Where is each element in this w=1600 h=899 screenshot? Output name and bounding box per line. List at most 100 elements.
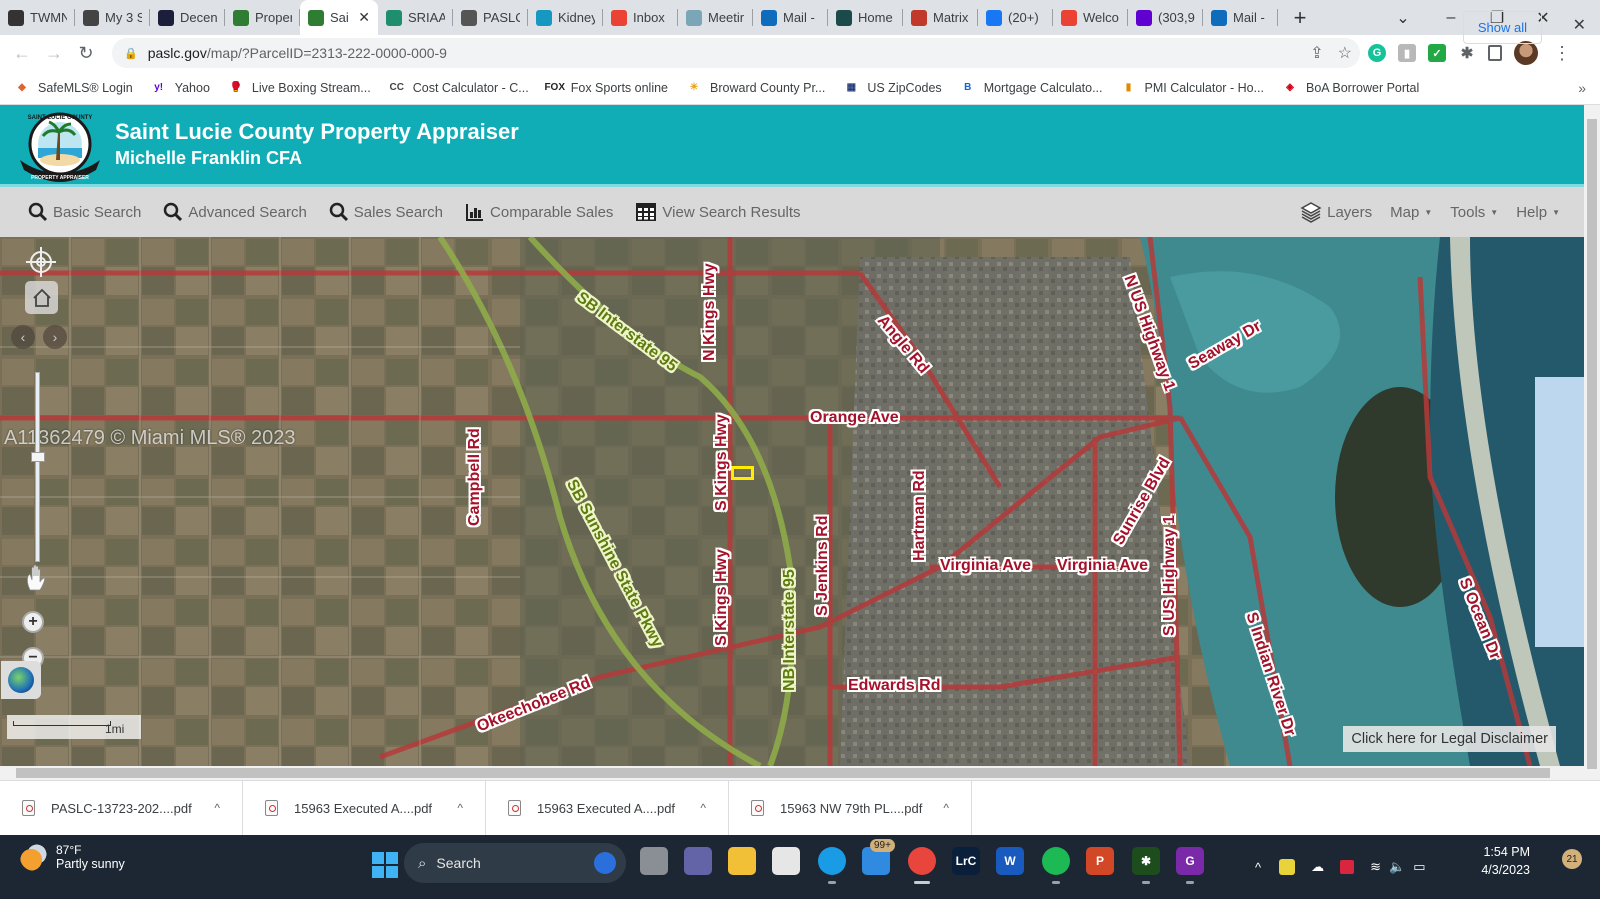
download-item[interactable]: PASLC-13723-202....pdf ^ xyxy=(0,780,243,836)
taskbar-app-chrome[interactable] xyxy=(908,847,936,884)
onedrive-cloud-icon[interactable]: ☁ xyxy=(1311,859,1324,875)
new-tab-button[interactable]: + xyxy=(1284,5,1316,31)
scrollbar-thumb[interactable] xyxy=(16,768,1550,778)
wifi-icon[interactable]: ≋ xyxy=(1370,859,1381,875)
taskbar-app-edge[interactable] xyxy=(818,847,846,884)
download-item[interactable]: 15963 NW 79th PL....pdf ^ xyxy=(729,780,972,836)
browser-tab[interactable]: Inbox xyxy=(603,0,678,35)
browser-tab[interactable]: Proper xyxy=(225,0,300,35)
tray-app-icon[interactable] xyxy=(1279,859,1296,875)
browser-tab[interactable]: Kidney xyxy=(528,0,603,35)
tools-menu-dropdown[interactable]: Tools ▼ xyxy=(1450,204,1498,221)
browser-tab[interactable]: PASLC xyxy=(453,0,528,35)
share-icon[interactable]: ⇪ xyxy=(1310,43,1323,63)
previous-extent-button[interactable]: ‹ xyxy=(11,325,35,349)
chevron-up-icon[interactable]: ^ xyxy=(943,801,949,815)
browser-tab[interactable]: SRIAA xyxy=(378,0,453,35)
bookmarks-overflow-button[interactable]: » xyxy=(1578,80,1586,96)
download-item[interactable]: 15963 Executed A....pdf ^ xyxy=(243,780,486,836)
taskbar-app-task-view[interactable] xyxy=(640,847,668,875)
locate-crosshair-icon[interactable] xyxy=(24,245,58,279)
taskbar-app-word[interactable]: W xyxy=(996,847,1024,875)
chevron-up-icon[interactable]: ^ xyxy=(457,801,463,815)
taskbar-app-microsoft-store[interactable] xyxy=(772,847,800,875)
bookmark-item[interactable]: 🥊 Live Boxing Stream... xyxy=(228,80,371,96)
bookmark-item[interactable]: ◆ SafeMLS® Login xyxy=(14,80,133,96)
browser-tab[interactable]: (20+) xyxy=(978,0,1053,35)
nav-view-search-results[interactable]: View Search Results xyxy=(635,202,801,222)
grammarly-extension-icon[interactable]: G xyxy=(1368,44,1386,62)
help-menu-dropdown[interactable]: Help ▼ xyxy=(1516,204,1560,221)
close-tab-icon[interactable]: ✕ xyxy=(358,9,370,26)
zoom-slider-handle[interactable] xyxy=(31,452,45,462)
page-horizontal-scrollbar[interactable] xyxy=(0,766,1584,780)
profile-avatar[interactable] xyxy=(1514,41,1538,65)
volume-icon[interactable]: 🔈 xyxy=(1389,859,1405,875)
bookmark-item[interactable]: FOX Fox Sports online xyxy=(544,80,668,96)
browser-tab[interactable]: Welco xyxy=(1053,0,1128,35)
tab-search-button[interactable]: ⌄ xyxy=(1380,0,1426,35)
taskbar-app-file-explorer[interactable] xyxy=(728,847,756,875)
extensions-puzzle-icon[interactable]: ✱ xyxy=(1458,44,1476,62)
tray-overflow-chevron-icon[interactable]: ^ xyxy=(1255,860,1261,875)
reload-button[interactable]: ↻ xyxy=(70,43,102,64)
browser-tab[interactable]: Mail - xyxy=(1203,0,1278,35)
side-panel-icon[interactable] xyxy=(1488,45,1502,61)
browser-tab[interactable]: Meetir xyxy=(678,0,753,35)
notification-badge[interactable]: 21 xyxy=(1562,849,1582,869)
start-button[interactable] xyxy=(372,852,398,878)
map-menu-dropdown[interactable]: Map ▼ xyxy=(1390,204,1432,221)
taskbar-app-spotify[interactable] xyxy=(1042,847,1070,884)
selected-parcel-highlight[interactable] xyxy=(731,466,754,480)
browser-tab[interactable]: (303,9 xyxy=(1128,0,1203,35)
download-item[interactable]: 15963 Executed A....pdf ^ xyxy=(486,780,729,836)
bookmark-item[interactable]: ▮ PMI Calculator - Ho... xyxy=(1121,80,1264,96)
taskbar-search[interactable]: ⌕ Search xyxy=(404,843,626,883)
bookmark-star-icon[interactable]: ☆ xyxy=(1338,43,1352,63)
pan-hand-icon[interactable] xyxy=(24,562,50,592)
taskbar-app-green-app[interactable]: ✱ xyxy=(1132,847,1160,884)
browser-tab[interactable]: Sai ✕ xyxy=(300,0,378,35)
nav-advanced-search[interactable]: Advanced Search xyxy=(163,202,307,222)
battery-icon[interactable]: ▭ xyxy=(1413,859,1425,875)
show-all-downloads-button[interactable]: Show all xyxy=(1462,11,1542,44)
page-vertical-scrollbar[interactable] xyxy=(1584,105,1600,780)
taskbar-app-lightroom-classic[interactable]: LrC xyxy=(952,847,980,875)
taskbar-app-teams-meet[interactable] xyxy=(684,847,712,875)
legal-disclaimer-link[interactable]: Click here for Legal Disclaimer xyxy=(1343,726,1556,752)
basemap-toggle-button[interactable] xyxy=(1,661,41,699)
map-viewport[interactable]: A11362479 © Miami MLS® 2023 SB Interstat… xyxy=(0,237,1584,766)
nav-basic-search[interactable]: Basic Search xyxy=(28,202,141,222)
back-button[interactable]: ← xyxy=(6,43,38,64)
system-clock[interactable]: 1:54 PM 4/3/2023 xyxy=(1481,843,1530,879)
county-seal-logo[interactable]: SAINT LUCIE COUNTY PROPERTY APPRAISER xyxy=(16,110,104,182)
scrollbar-thumb[interactable] xyxy=(1587,119,1597,769)
browser-tab[interactable]: Matrix xyxy=(903,0,978,35)
taskbar-app-pdf-app[interactable]: G xyxy=(1176,847,1204,884)
layers-button[interactable]: Layers xyxy=(1300,201,1372,223)
nav-comparable-sales[interactable]: Comparable Sales xyxy=(465,202,613,222)
gray-extension-icon[interactable]: ▮ xyxy=(1398,44,1416,62)
forward-button[interactable]: → xyxy=(38,43,70,64)
browser-tab[interactable]: Decen xyxy=(150,0,225,35)
bookmark-item[interactable]: CC Cost Calculator - C... xyxy=(389,80,528,96)
bookmark-item[interactable]: B Mortgage Calculato... xyxy=(960,80,1102,96)
taskbar-app-powerpoint[interactable]: P xyxy=(1086,847,1114,875)
browser-tab[interactable]: Home xyxy=(828,0,903,35)
bookmark-item[interactable]: ☀ Broward County Pr... xyxy=(686,80,826,96)
zoom-in-button[interactable]: + xyxy=(22,611,44,633)
menu-kebab-icon[interactable]: ⋮ xyxy=(1550,43,1574,64)
browser-tab[interactable]: TWMN xyxy=(0,0,75,35)
weather-widget[interactable]: 87°F Partly sunny xyxy=(20,843,125,871)
home-extent-button[interactable] xyxy=(25,281,58,314)
browser-tab[interactable]: My 3 S xyxy=(75,0,150,35)
checkmark-extension-icon[interactable]: ✓ xyxy=(1428,44,1446,62)
calendar-tray-icon[interactable] xyxy=(1340,860,1355,874)
bookmark-item[interactable]: ▦ US ZipCodes xyxy=(843,80,942,96)
browser-tab[interactable]: Mail - xyxy=(753,0,828,35)
bookmark-item[interactable]: ◈ BoA Borrower Portal xyxy=(1282,80,1419,96)
nav-sales-search[interactable]: Sales Search xyxy=(329,202,443,222)
next-extent-button[interactable]: › xyxy=(43,325,67,349)
chevron-up-icon[interactable]: ^ xyxy=(214,801,220,815)
address-bar[interactable]: 🔒 paslc.gov/map/?ParcelID=2313-222-0000-… xyxy=(112,38,1360,68)
